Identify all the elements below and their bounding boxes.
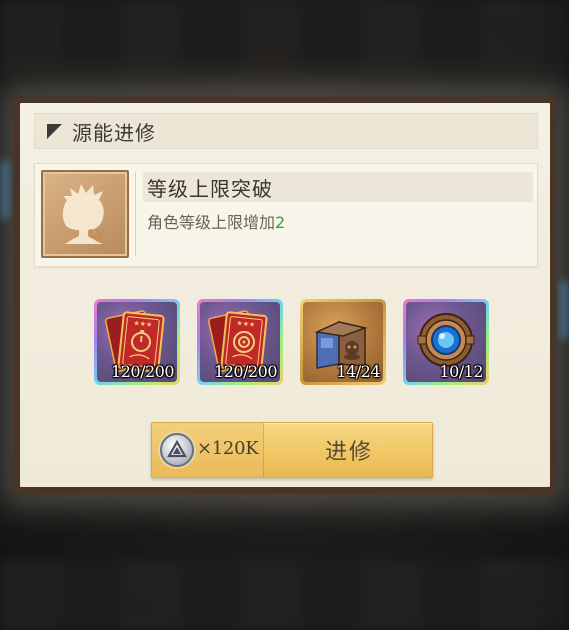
upgrade-info-card: LV 等级上限突破 角色等级上限增加2	[34, 163, 538, 267]
dialog-title: 源能进修	[72, 120, 156, 145]
material-item[interactable]: 10/12	[403, 299, 489, 385]
dialog-header: 源能进修	[34, 113, 538, 149]
info-description: 角色等级上限增加2	[147, 209, 285, 233]
corner-triangle-icon	[47, 123, 62, 139]
upgrade-button-label: 进修	[324, 440, 373, 465]
material-count: 14/24	[336, 362, 380, 381]
material-count: 120/200	[111, 362, 174, 381]
dialog-body: 源能进修 LV 等级上限突破 角色等级上限增加2 ★★★ 120/200 ★★★…	[20, 103, 550, 487]
info-desc-text: 角色等级上限增加	[147, 213, 276, 232]
background-blip	[0, 160, 10, 220]
material-item[interactable]: ★★★ 120/200	[197, 299, 283, 385]
info-title: 等级上限突破	[147, 176, 273, 201]
material-item-inner: 14/24	[303, 302, 383, 382]
material-count: 10/12	[439, 362, 483, 381]
cost-area: ×120K	[152, 423, 264, 477]
material-item-inner: ★★★ 120/200	[200, 302, 280, 382]
divider	[135, 172, 136, 256]
upgrade-button[interactable]: ×120K 进修	[151, 422, 433, 478]
material-list: ★★★ 120/200 ★★★ 120/200 14/24 10/12	[94, 299, 489, 387]
material-item[interactable]: 14/24	[300, 299, 386, 385]
material-item-inner: ★★★ 120/200	[97, 302, 177, 382]
silver-coin-icon	[160, 433, 194, 467]
cost-amount: ×120K	[197, 438, 259, 459]
lv-text: LV	[89, 226, 105, 241]
material-item[interactable]: ★★★ 120/200	[94, 299, 180, 385]
level-up-icon: LV	[41, 170, 129, 258]
background-blip	[559, 280, 569, 340]
info-desc-value: 2	[275, 213, 286, 232]
upgrade-dialog: 源能进修 LV 等级上限突破 角色等级上限增加2 ★★★ 120/200 ★★★…	[14, 97, 556, 493]
background-blur-bottom	[0, 560, 569, 630]
material-count: 120/200	[214, 362, 277, 381]
background-blur-top	[0, 0, 569, 70]
info-title-bar: 等级上限突破	[143, 172, 533, 202]
material-item-inner: 10/12	[406, 302, 486, 382]
